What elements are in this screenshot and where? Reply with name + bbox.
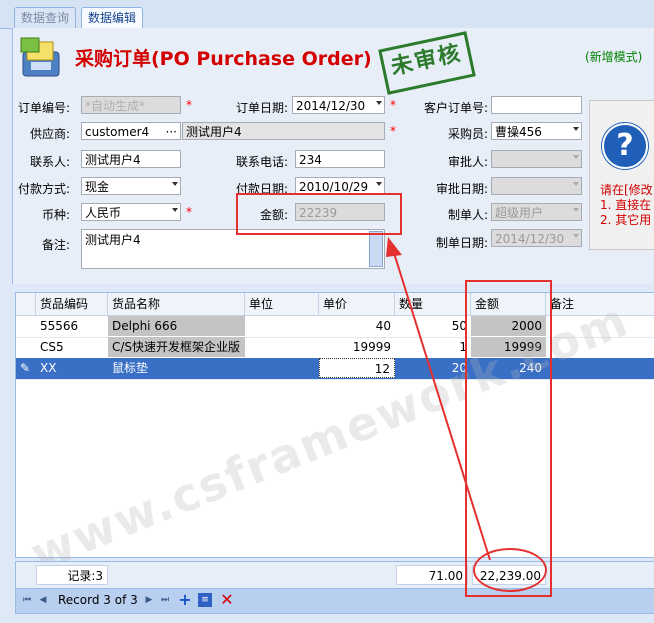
col-header-name[interactable]: 货品名称	[108, 293, 245, 315]
qty-total: 71.00	[396, 565, 468, 585]
order-no-field[interactable]: *自动生成*	[81, 96, 181, 114]
ellipsis-icon[interactable]: ···	[166, 123, 177, 139]
customer-order-no-field[interactable]	[491, 96, 582, 114]
remark-label: 备注:	[41, 238, 70, 252]
tab-data-query[interactable]: 数据查询	[14, 7, 77, 28]
contact-field[interactable]: 测试用户4	[81, 150, 181, 168]
record-navigator: ⏮ ◀ Record 3 of 3 ▶ ⏭ + ≡ ✕	[15, 588, 654, 614]
approve-date-label: 审批日期:	[435, 182, 488, 196]
page-title: 采购订单(PO Purchase Order)	[75, 48, 372, 70]
annotation-box-amount	[236, 193, 402, 235]
chevron-down-icon	[573, 208, 579, 212]
approver-label: 审批人:	[447, 155, 488, 169]
grid-footer: 记录:3 71.00 22,239.00	[15, 561, 654, 589]
cell-name: C/S快速开发框架企业版	[108, 337, 245, 357]
supplier-name-field: 测试用户4	[182, 122, 385, 140]
prev-record-icon[interactable]: ◀	[36, 593, 50, 607]
currency-label: 币种:	[41, 208, 70, 222]
create-date-field: 2014/12/30	[491, 229, 582, 247]
cell-name: 鼠标垫	[112, 361, 149, 375]
purchaser-field[interactable]: 曹操456	[491, 122, 582, 140]
cell-code[interactable]: CS5	[36, 337, 108, 357]
grid-header: 货品编码 货品名称 单位 单价 数量 金额 备注	[16, 293, 654, 316]
currency-field[interactable]: 人民币	[81, 203, 181, 221]
cell-code[interactable]: XX	[36, 358, 108, 378]
purchase-order-icon	[17, 36, 65, 80]
phone-label: 联系电话:	[235, 155, 288, 169]
remark-textarea[interactable]: 测试用户4	[81, 229, 385, 269]
pencil-icon: ✎	[20, 361, 31, 375]
approve-date-field	[491, 177, 582, 195]
annotation-arrow	[386, 237, 491, 561]
customer-order-no-label: 客户订单号:	[423, 101, 488, 115]
help-box: ? 请在[修改 1. 直接在 2. 其它用	[589, 100, 654, 250]
supplier-code-field[interactable]: customer4 ···	[81, 122, 181, 140]
tab-data-edit[interactable]: 数据编辑	[81, 7, 144, 29]
required-mark: *	[186, 205, 192, 219]
approver-field	[491, 150, 582, 168]
supplier-label: 供应商:	[29, 127, 70, 141]
payment-method-field[interactable]: 现金	[81, 177, 181, 195]
col-header-code[interactable]: 货品编码	[36, 293, 108, 315]
help-text-3: 2. 其它用	[600, 213, 652, 227]
record-position: Record 3 of 3	[58, 593, 138, 607]
delete-row-icon[interactable]: ✕	[220, 592, 234, 608]
required-mark: *	[390, 124, 396, 138]
required-mark: *	[390, 98, 396, 112]
last-record-icon[interactable]: ⏭	[158, 593, 172, 607]
row-indicator-header	[16, 293, 36, 315]
chevron-down-icon[interactable]	[172, 208, 178, 212]
purchaser-label: 采购员:	[447, 127, 488, 141]
order-no-label: 订单编号:	[17, 101, 70, 115]
creator-field: 超级用户	[491, 203, 582, 221]
cell-unit[interactable]	[245, 337, 319, 357]
phone-field[interactable]: 234	[295, 150, 385, 168]
add-row-icon[interactable]: +	[178, 592, 192, 608]
cell-name: Delphi 666	[108, 316, 245, 336]
contact-label: 联系人:	[29, 155, 70, 169]
creator-label: 制单人:	[447, 208, 488, 222]
required-mark: *	[186, 98, 192, 112]
record-count: 记录:3	[36, 565, 108, 585]
cell-code[interactable]: 55566	[36, 316, 108, 336]
first-record-icon[interactable]: ⏮	[20, 593, 34, 607]
chevron-down-icon[interactable]	[376, 182, 382, 186]
col-header-unit[interactable]: 单位	[245, 293, 319, 315]
chevron-down-icon	[573, 155, 579, 159]
mode-label: (新增模式)	[585, 50, 643, 64]
cell-unit[interactable]	[245, 316, 319, 336]
chevron-down-icon[interactable]	[376, 101, 382, 105]
chevron-down-icon	[573, 182, 579, 186]
tab-bar: 数据查询 数据编辑	[0, 0, 654, 29]
next-record-icon[interactable]: ▶	[142, 593, 156, 607]
insert-row-icon[interactable]: ≡	[198, 593, 212, 607]
cell-unit[interactable]	[245, 358, 319, 378]
order-date-field[interactable]: 2014/12/30	[292, 96, 385, 114]
order-date-label: 订单日期:	[235, 101, 288, 115]
chevron-down-icon[interactable]	[573, 127, 579, 131]
chevron-down-icon[interactable]	[172, 182, 178, 186]
payment-method-label: 付款方式:	[17, 182, 70, 196]
help-icon: ?	[602, 123, 648, 169]
chevron-down-icon	[573, 234, 579, 238]
